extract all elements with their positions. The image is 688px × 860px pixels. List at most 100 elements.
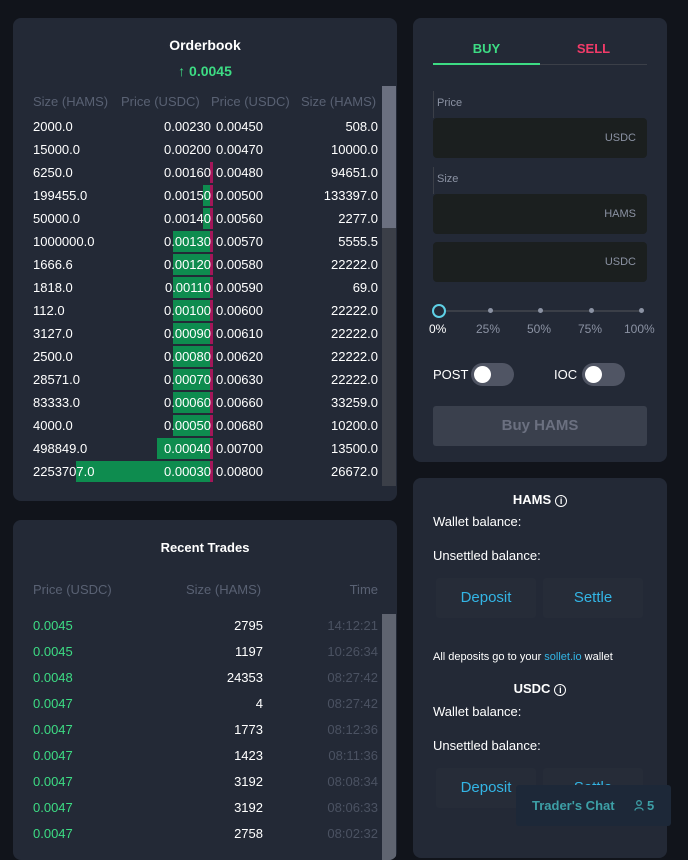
price-input[interactable]: USDC [433, 118, 647, 158]
bid-size-cell: 3127.0 [33, 326, 73, 341]
ask-price-cell: 0.00610 [216, 326, 263, 341]
ask-size-cell: 22222.0 [331, 372, 378, 387]
trade-row: 0.0047 4 08:27:42 [13, 694, 381, 720]
slider-mark-100[interactable] [639, 308, 644, 313]
size-input[interactable]: HAMS [433, 194, 647, 234]
ask-size-cell: 508.0 [345, 119, 378, 134]
orderbook-row[interactable]: 50000.0 0.00140 0.00560 2277.0 [13, 207, 381, 230]
bid-size-cell: 4000.0 [33, 418, 73, 433]
orderbook-row[interactable]: 2500.0 0.00080 0.00620 22222.0 [13, 345, 381, 368]
orderbook-row[interactable]: 1818.0 0.00110 0.00590 69.0 [13, 276, 381, 299]
base-settle-button[interactable]: Settle [543, 578, 643, 618]
orderbook-row[interactable]: 2253707.0 0.00030 0.00800 26672.0 [13, 460, 381, 483]
trade-size-cell: 1423 [234, 748, 263, 763]
trade-row: 0.0047 1423 08:11:36 [13, 746, 381, 772]
base-deposit-button[interactable]: Deposit [436, 578, 536, 618]
trade-row: 0.0045 1197 10:26:34 [13, 642, 381, 668]
trade-time-cell: 10:26:34 [327, 644, 378, 659]
bid-price-cell: 0.00160 [164, 165, 211, 180]
ask-size-cell: 22222.0 [331, 326, 378, 341]
orderbook-row[interactable]: 4000.0 0.00050 0.00680 10200.0 [13, 414, 381, 437]
orderbook-row[interactable]: 6250.0 0.00160 0.00480 94651.0 [13, 161, 381, 184]
trade-price-cell: 0.0045 [33, 618, 73, 633]
ask-size-cell: 22222.0 [331, 349, 378, 364]
slider-label-0: 0% [429, 322, 447, 336]
trade-price-cell: 0.0047 [33, 696, 73, 711]
slider-mark-75[interactable] [589, 308, 594, 313]
chat-count-value: 5 [647, 798, 655, 813]
bid-size-cell: 2253707.0 [33, 464, 95, 479]
post-toggle-knob [474, 366, 491, 383]
ask-price-cell: 0.00500 [216, 188, 263, 203]
trade-price-cell: 0.0047 [33, 774, 73, 789]
trade-row: 0.0047 1773 08:12:36 [13, 720, 381, 746]
info-icon[interactable]: i [554, 684, 567, 696]
trade-price-header: Price (USDC) [33, 582, 112, 597]
ioc-toggle[interactable] [582, 363, 625, 386]
ask-size-cell: 26672.0 [331, 464, 378, 479]
trades-scrollbar[interactable] [382, 614, 396, 860]
tab-divider [540, 64, 647, 65]
sollet-link[interactable]: sollet.io [544, 651, 581, 663]
ask-size-cell: 94651.0 [331, 165, 378, 180]
quote-wallet-balance-label: Wallet balance: [433, 704, 522, 719]
ask-size-cell: 22222.0 [331, 257, 378, 272]
orderbook-row[interactable]: 498849.0 0.00040 0.00700 13500.0 [13, 437, 381, 460]
bid-price-cell: 0.00030 [164, 464, 211, 479]
trade-time-cell: 08:12:36 [327, 722, 378, 737]
tab-sell[interactable]: SELL [540, 41, 647, 56]
trade-time-cell: 08:06:33 [327, 800, 378, 815]
orderbook-row[interactable]: 83333.0 0.00060 0.00660 33259.0 [13, 391, 381, 414]
ask-size-cell: 10200.0 [331, 418, 378, 433]
trade-size-cell: 2758 [234, 826, 263, 841]
orderbook-row[interactable]: 28571.0 0.00070 0.00630 22222.0 [13, 368, 381, 391]
orderbook-scrollbar[interactable] [382, 86, 396, 486]
deposit-note: All deposits go to your sollet.io wallet [433, 651, 613, 663]
buy-submit-button[interactable]: Buy HAMS [433, 406, 647, 446]
ask-price-cell: 0.00590 [216, 280, 263, 295]
price-unit: USDC [604, 132, 636, 144]
size-label: Size [433, 167, 458, 194]
ask-price-cell: 0.00450 [216, 119, 263, 134]
orderbook-row[interactable]: 2000.0 0.00230 0.00450 508.0 [13, 115, 381, 138]
orderbook-row[interactable]: 199455.0 0.00150 0.00500 133397.0 [13, 184, 381, 207]
trade-price-cell: 0.0047 [33, 722, 73, 737]
bid-price-cell: 0.00150 [164, 188, 211, 203]
recent-trades-title: Recent Trades [160, 540, 250, 555]
deposit-note-suffix: wallet [581, 651, 613, 663]
info-icon[interactable]: i [555, 495, 568, 507]
orderbook-row[interactable]: 3127.0 0.00090 0.00610 22222.0 [13, 322, 381, 345]
orderbook-row[interactable]: 1000000.0 0.00130 0.00570 5555.5 [13, 230, 381, 253]
base-balance-title: HAMS i [413, 492, 667, 507]
size-slider-handle[interactable] [432, 304, 446, 318]
orderbook-row[interactable]: 15000.0 0.00200 0.00470 10000.0 [13, 138, 381, 161]
bid-price-cell: 0.00120 [164, 257, 211, 272]
ask-price-header: Price (USDC) [211, 94, 290, 109]
ask-price-cell: 0.00570 [216, 234, 263, 249]
bid-size-cell: 2500.0 [33, 349, 73, 364]
slider-mark-50[interactable] [538, 308, 543, 313]
ask-price-cell: 0.00700 [216, 441, 263, 456]
tab-buy[interactable]: BUY [433, 41, 540, 56]
orderbook-scroll-thumb[interactable] [382, 86, 396, 228]
slider-mark-25[interactable] [488, 308, 493, 313]
traders-chat-button[interactable]: Trader's Chat 5 [516, 785, 671, 826]
orderbook-row[interactable]: 1666.6 0.00120 0.00580 22222.0 [13, 253, 381, 276]
bid-price-header: Price (USDC) [121, 94, 200, 109]
bid-size-header: Size (HAMS) [33, 94, 109, 109]
bid-size-cell: 199455.0 [33, 188, 88, 203]
ask-price-cell: 0.00560 [216, 211, 263, 226]
trades-rows: 0.0045 2795 14:12:21 0.0045 1197 10:26:34 0.00… [13, 616, 381, 850]
orderbook-row[interactable]: 112.0 0.00100 0.00600 22222.0 [13, 299, 381, 322]
trade-size-cell: 3192 [234, 774, 263, 789]
trade-size-cell: 4 [255, 696, 263, 711]
trades-scroll-thumb[interactable] [382, 614, 396, 860]
post-toggle[interactable] [471, 363, 514, 386]
trade-size-header: Size (HAMS) [186, 582, 262, 597]
ask-price-cell: 0.00680 [216, 418, 263, 433]
orderbook-title: Orderbook [169, 37, 241, 53]
slider-label-100: 100% [624, 322, 655, 336]
recent-trades-panel: Recent Trades Price (USDC) Size (HAMS) T… [13, 520, 397, 860]
total-input[interactable]: USDC [433, 242, 647, 282]
trade-row: 0.0045 2795 14:12:21 [13, 616, 381, 642]
